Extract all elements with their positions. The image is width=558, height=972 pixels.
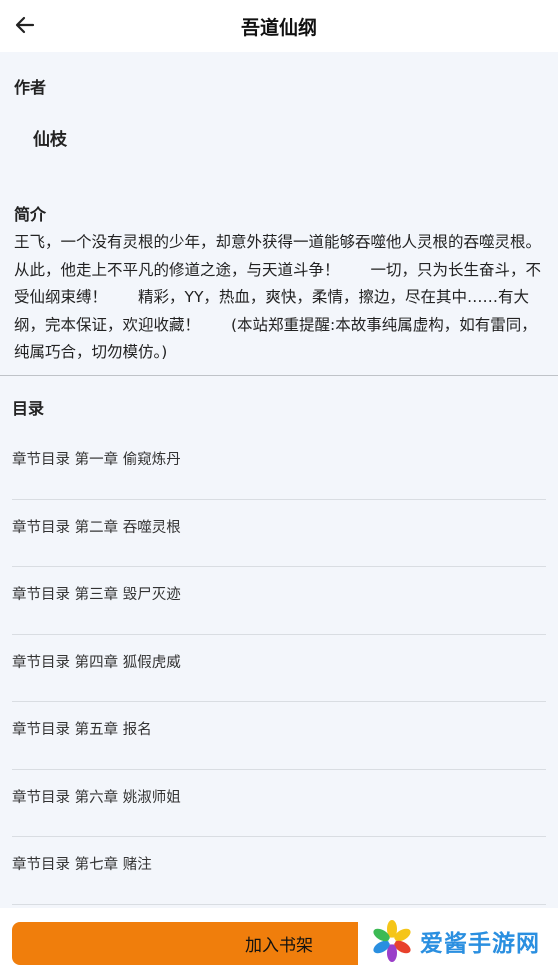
intro-label: 简介 [14,205,47,224]
app-header: 吾道仙纲 [0,0,558,52]
chapter-item[interactable]: 章节目录 第六章 姚淑师姐 [12,770,546,837]
chapter-item[interactable]: 章节目录 第二章 吞噬灵根 [12,500,546,567]
chapter-item[interactable]: 章节目录 第四章 狐假虎威 [12,635,546,702]
chapter-item[interactable]: 章节目录 第七章 赌注 [12,837,546,905]
toc-label: 目录 [12,399,45,418]
chapter-item[interactable]: 章节目录 第五章 报名 [12,702,546,770]
arrow-left-icon [15,16,35,34]
watermark: 爱酱手游网 [358,910,558,972]
author-label: 作者 [14,78,47,97]
page-title: 吾道仙纲 [240,16,317,39]
watermark-text: 爱酱手游网 [420,931,540,957]
author-name: 仙枝 [33,130,67,150]
pinwheel-logo-icon [373,920,411,962]
chapter-item[interactable]: 章节目录 第三章 毁尸灭迹 [12,567,546,635]
table-of-contents: 目录 章节目录 第一章 偷窥炼丹 章节目录 第二章 吞噬灵根 章节目录 第三章 … [0,376,558,910]
intro-text: 王飞，一个没有灵根的少年，却意外获得一道能够吞噬他人灵根的吞噬灵根。从此，他走上… [14,233,542,361]
back-button[interactable] [10,10,40,40]
chapter-item[interactable]: 章节目录 第一章 偷窥炼丹 [12,432,546,500]
book-info-panel: 作者 仙枝 简介 王飞，一个没有灵根的少年，却意外获得一道能够吞噬他人灵根的吞噬… [0,52,558,376]
